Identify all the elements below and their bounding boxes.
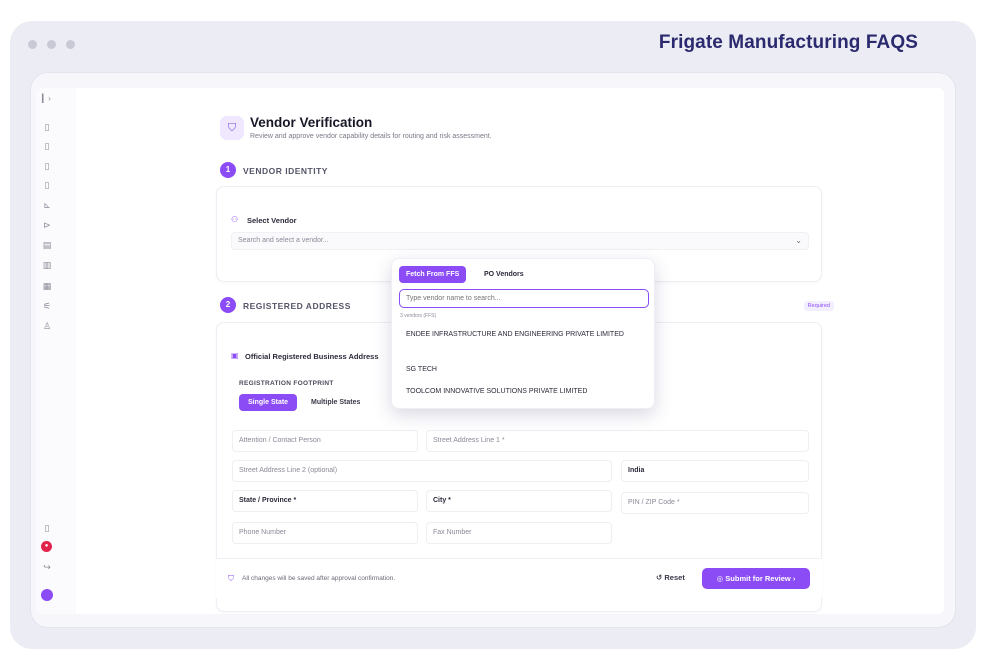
notification-badge-icon[interactable]: ● — [41, 541, 52, 552]
footprint-multiple-states-button[interactable]: Multiple States — [304, 394, 367, 411]
nav-analytics-icon[interactable]: ⊾ — [41, 200, 53, 211]
nav-vendors-icon[interactable]: ⊳ — [41, 220, 53, 231]
state-province-input[interactable]: State / Province * — [232, 490, 418, 512]
chevron-right-icon: › — [792, 574, 796, 583]
street-address-1-input[interactable]: Street Address Line 1 * — [426, 430, 809, 452]
phone-number-input[interactable]: Phone Number — [232, 522, 418, 544]
reset-button[interactable]: ↺ Reset — [656, 573, 685, 582]
page-title: Vendor Verification — [250, 115, 373, 130]
nav-tools-icon[interactable]: ⚟ — [41, 301, 53, 312]
step-2-number: 2 — [220, 297, 236, 313]
vendor-search-input[interactable] — [399, 289, 649, 308]
nav-orders-icon[interactable]: ▯ — [41, 141, 53, 152]
fax-number-input[interactable]: Fax Number — [426, 522, 612, 544]
nav-verification-icon[interactable]: ▦ — [41, 281, 53, 292]
nav-files-icon[interactable]: ▥ — [41, 260, 53, 271]
shield-icon: ⛉ — [228, 574, 234, 583]
nav-reports-icon[interactable]: ▯ — [41, 180, 53, 191]
users-icon: ⚇ — [231, 215, 239, 224]
window-controls — [28, 40, 75, 49]
footer-note: All changes will be saved after approval… — [242, 575, 396, 582]
nav-users-icon[interactable]: ♙ — [41, 321, 53, 332]
step-1-number: 1 — [220, 162, 236, 178]
vendor-option-sg-tech[interactable]: SG TECH — [406, 364, 636, 375]
check-circle-icon: ◎ — [716, 574, 724, 583]
registration-footprint-label: REGISTRATION FOOTPRINT — [239, 380, 334, 387]
vendor-select-placeholder: Search and select a vendor... — [238, 237, 329, 244]
chevron-down-icon: ⌄ — [795, 236, 802, 245]
sidebar-rail: ▎› ▯ ▯ ▯ ▯ ⊾ ⊳ ▤ ▥ ▦ ⚟ ♙ ▯ ● ↪ — [36, 88, 76, 614]
required-badge: Required — [803, 301, 834, 311]
user-avatar[interactable] — [41, 589, 53, 601]
country-select[interactable]: India — [621, 460, 809, 482]
tab-po-vendors[interactable]: PO Vendors — [478, 266, 530, 283]
nav-help-icon[interactable]: ▯ — [41, 523, 53, 534]
form-footer: ⛉ All changes will be saved after approv… — [216, 558, 822, 598]
window-dot-minimize[interactable] — [47, 40, 56, 49]
step-1-label: VENDOR IDENTITY — [243, 166, 328, 176]
submit-for-review-button[interactable]: ◎ Submit for Review › — [702, 568, 810, 589]
nav-inventory-icon[interactable]: ▯ — [41, 161, 53, 172]
tab-fetch-from-ffs[interactable]: Fetch From FFS — [399, 266, 467, 283]
nav-dashboard-icon[interactable]: ▯ — [41, 122, 53, 133]
shield-check-icon: ⛉ — [220, 116, 244, 140]
page-subtitle: Review and approve vendor capability det… — [250, 133, 492, 140]
street-address-2-input[interactable]: Street Address Line 2 (optional) — [232, 460, 612, 482]
vendor-option-toolcom[interactable]: TOOLCOM INNOVATIVE SOLUTIONS PRIVATE LIM… — [406, 386, 636, 397]
pin-zip-input[interactable]: PIN / ZIP Code * — [621, 492, 809, 514]
select-vendor-label: Select Vendor — [247, 216, 297, 225]
vendor-search-popover: Fetch From FFS PO Vendors 3 vendors (FFS… — [391, 258, 655, 409]
city-input[interactable]: City * — [426, 490, 612, 512]
window-dot-maximize[interactable] — [66, 40, 75, 49]
sidebar-expand-icon[interactable]: ▎› — [42, 94, 51, 103]
vendor-count: 3 vendors (FFS) — [400, 313, 437, 319]
vendor-option-endee[interactable]: ENDEE INFRASTRUCTURE AND ENGINEERING PRI… — [406, 329, 636, 340]
nav-documents-icon[interactable]: ▤ — [41, 240, 53, 251]
footprint-single-state-button[interactable]: Single State — [239, 394, 298, 411]
building-icon: ▣ — [231, 351, 239, 360]
reset-label: Reset — [664, 573, 685, 582]
attention-contact-input[interactable]: Attention / Contact Person — [232, 430, 418, 452]
nav-logout-icon[interactable]: ↪ — [41, 562, 53, 573]
brand-title: Frigate Manufacturing FAQS — [658, 32, 918, 53]
vendor-select[interactable]: Search and select a vendor... ⌄ — [231, 232, 809, 250]
step-2-label: REGISTERED ADDRESS — [243, 301, 351, 311]
submit-label: Submit for Review — [725, 574, 791, 583]
window-dot-close[interactable] — [28, 40, 37, 49]
rotate-ccw-icon: ↺ — [656, 573, 663, 582]
address-section-title: Official Registered Business Address — [245, 352, 379, 361]
